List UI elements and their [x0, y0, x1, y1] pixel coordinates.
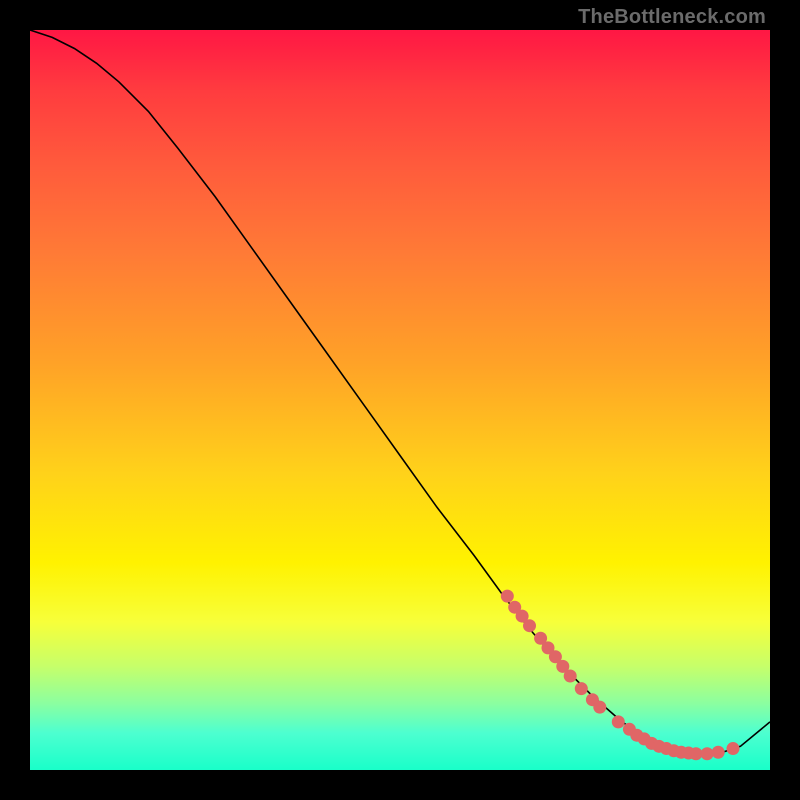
data-point	[727, 742, 740, 755]
chart-svg	[30, 30, 770, 770]
data-point	[501, 590, 514, 603]
data-points	[501, 590, 740, 761]
bottleneck-curve	[30, 30, 770, 754]
data-point	[575, 682, 588, 695]
data-point	[593, 701, 606, 714]
data-point	[523, 619, 536, 632]
watermark-text: TheBottleneck.com	[578, 6, 766, 29]
data-point	[564, 670, 577, 683]
data-point	[701, 747, 714, 760]
data-point	[712, 746, 725, 759]
data-point	[690, 747, 703, 760]
data-point	[612, 715, 625, 728]
chart-area	[30, 30, 770, 770]
